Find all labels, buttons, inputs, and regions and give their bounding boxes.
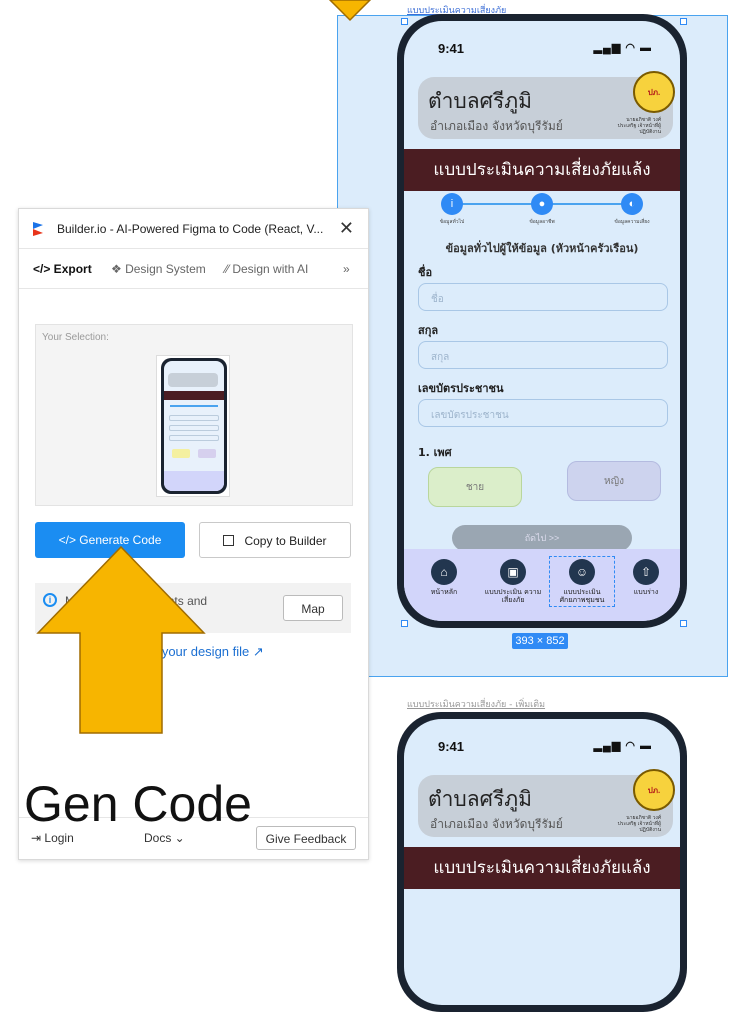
last-name-input[interactable]: สกุล — [418, 341, 668, 369]
step-info-icon[interactable]: i — [441, 193, 463, 215]
header-subtitle: อำเภอเมือง จังหวัดบุรีรัมย์ — [430, 119, 563, 133]
selection-preview: Your Selection: — [35, 324, 353, 506]
header-card: ตำบลศรีภูมิ อำเภอเมือง จังหวัดบุรีรัมย์ … — [418, 769, 675, 837]
close-icon[interactable]: ✕ — [339, 218, 354, 239]
first-name-label: ชื่อ — [418, 266, 433, 279]
status-bar: 9:41 ▂▄▆ ◠ ▬ — [404, 21, 680, 65]
tab-label: แบบร่าง — [633, 588, 659, 596]
gender-female-button[interactable]: หญิง — [567, 461, 661, 501]
step-drop-icon[interactable]: ◐ — [621, 193, 643, 215]
plugin-title-bar: Builder.io - AI-Powered Figma to Code (R… — [19, 209, 368, 249]
step-label: ข้อมูลทั่วไป — [439, 219, 465, 225]
phone-mockup[interactable]: 9:41 ▂▄▆ ◠ ▬ ตำบลศรีภูมิ อำเภอเมือง จังห… — [397, 14, 687, 628]
tab-risk-assessment[interactable]: ▣ แบบประเมิน ความเสี่ยงภัย — [483, 559, 543, 604]
map-button[interactable]: Map — [283, 595, 343, 621]
dimensions-badge: 393 × 852 — [512, 633, 568, 649]
id-card-input[interactable]: เลขบัตรประชาชน — [418, 399, 668, 427]
people-icon: ☺ — [569, 559, 595, 585]
give-feedback-button[interactable]: Give Feedback — [256, 826, 356, 850]
home-icon: ⌂ — [431, 559, 457, 585]
header-note: นายอภิชาติ วงศ์ประเสริฐ เจ้าหน้าที่ผู้ปฏ… — [617, 815, 661, 833]
header-card: ตำบลศรีภูมิ อำเภอเมือง จังหวัดบุรีรัมย์ … — [418, 71, 675, 139]
status-time: 9:41 — [438, 41, 465, 56]
tab-label: แบบประเมิน ความเสี่ยงภัย — [484, 588, 542, 604]
logo-text: ปภ. — [647, 87, 661, 97]
upload-icon: ⇧ — [633, 559, 659, 585]
resize-handle[interactable] — [401, 620, 408, 627]
docs-dropdown[interactable]: Docs ⌄ — [144, 831, 185, 845]
status-time: 9:41 — [438, 739, 465, 754]
header-title: ตำบลศรีภูมิ — [428, 89, 532, 113]
tab-label: หน้าหลัก — [430, 588, 458, 596]
status-bar: 9:41 ▂▄▆ ◠ ▬ — [404, 719, 680, 763]
plugin-panel: Builder.io - AI-Powered Figma to Code (R… — [18, 208, 369, 860]
gender-male-button[interactable]: ชาย — [428, 467, 522, 507]
status-icons: ▂▄▆ ◠ ▬ — [593, 740, 652, 752]
step-label: ข้อมูลอาชีพ — [529, 219, 555, 225]
step-user-icon[interactable]: ● — [531, 193, 553, 215]
selection-label: Your Selection: — [42, 332, 109, 343]
page-banner: แบบประเมินความเสี่ยงภัยแล้ง — [404, 847, 680, 889]
tab-home[interactable]: ⌂ หน้าหลัก — [414, 559, 474, 596]
tab-drafts[interactable]: ⇧ แบบร่าง — [616, 559, 676, 596]
tab-design-system[interactable]: ❖ Design System — [111, 262, 206, 276]
logo-icon: ปภ. — [633, 769, 675, 811]
copy-to-builder-button[interactable]: Copy to Builder — [199, 522, 351, 558]
resize-handle[interactable] — [680, 620, 687, 627]
builder-logo-icon — [33, 222, 43, 236]
login-link[interactable]: ⇥ Login — [31, 831, 74, 845]
frame-label[interactable]: แบบประเมินความเสี่ยงภัย - เพิ่มเติม — [407, 697, 545, 711]
first-name-input[interactable]: ชื่อ — [418, 283, 668, 311]
arrow-down-annotation-icon — [328, 0, 372, 22]
selection-thumbnail — [156, 355, 230, 497]
tab-design-with-ai[interactable]: ⁄⁄ Design with AI — [225, 262, 308, 276]
resize-handle[interactable] — [680, 18, 687, 25]
tab-bar: ⌂ หน้าหลัก ▣ แบบประเมิน ความเสี่ยงภัย ☺ … — [404, 549, 680, 621]
id-card-label: เลขบัตรประชาชน — [418, 382, 504, 395]
header-title: ตำบลศรีภูมิ — [428, 787, 532, 811]
plugin-tabs: </> Export ❖ Design System ⁄⁄ Design wit… — [19, 249, 368, 289]
copy-icon — [223, 535, 235, 546]
more-tabs-icon[interactable]: » — [343, 262, 350, 276]
next-button[interactable]: ถัดไป >> — [452, 525, 632, 551]
form-title: ข้อมูลทั่วไปผู้ให้ข้อมูล (หัวหน้าครัวเรื… — [445, 242, 639, 255]
last-name-label: สกุล — [418, 324, 439, 337]
step-label: ข้อมูลความเสี่ยง — [614, 219, 650, 225]
logo-icon: ปภ. — [633, 71, 675, 113]
page-banner: แบบประเมินความเสี่ยงภัยแล้ง — [404, 149, 680, 191]
tab-label: แบบประเมิน ศักยภาพชุมชน — [559, 588, 605, 604]
header-subtitle: อำเภอเมือง จังหวัดบุรีรัมย์ — [430, 817, 563, 831]
gen-code-caption: Gen Code — [24, 776, 252, 832]
tab-community-assessment[interactable]: ☺ แบบประเมิน ศักยภาพชุมชน — [549, 556, 615, 607]
copy-label: Copy to Builder — [244, 534, 327, 548]
header-note: นายอภิชาติ วงศ์ประเสริฐ เจ้าหน้าที่ผู้ปฏ… — [617, 117, 661, 135]
logo-text: ปภ. — [647, 785, 661, 795]
arrow-up-annotation-icon — [36, 545, 206, 734]
tab-export[interactable]: </> Export — [33, 262, 92, 276]
gender-label: 1. เพศ — [418, 446, 452, 459]
plugin-title: Builder.io - AI-Powered Figma to Code (R… — [57, 222, 324, 236]
phone-mockup-2[interactable]: 9:41 ▂▄▆ ◠ ▬ ตำบลศรีภูมิ อำเภอเมือง จังห… — [397, 712, 687, 1012]
status-icons: ▂▄▆ ◠ ▬ — [593, 42, 652, 54]
stepper: i ข้อมูลทั่วไป ● ข้อมูลอาชีพ ◐ ข้อมูลควา… — [404, 191, 680, 231]
monitor-icon: ▣ — [500, 559, 526, 585]
